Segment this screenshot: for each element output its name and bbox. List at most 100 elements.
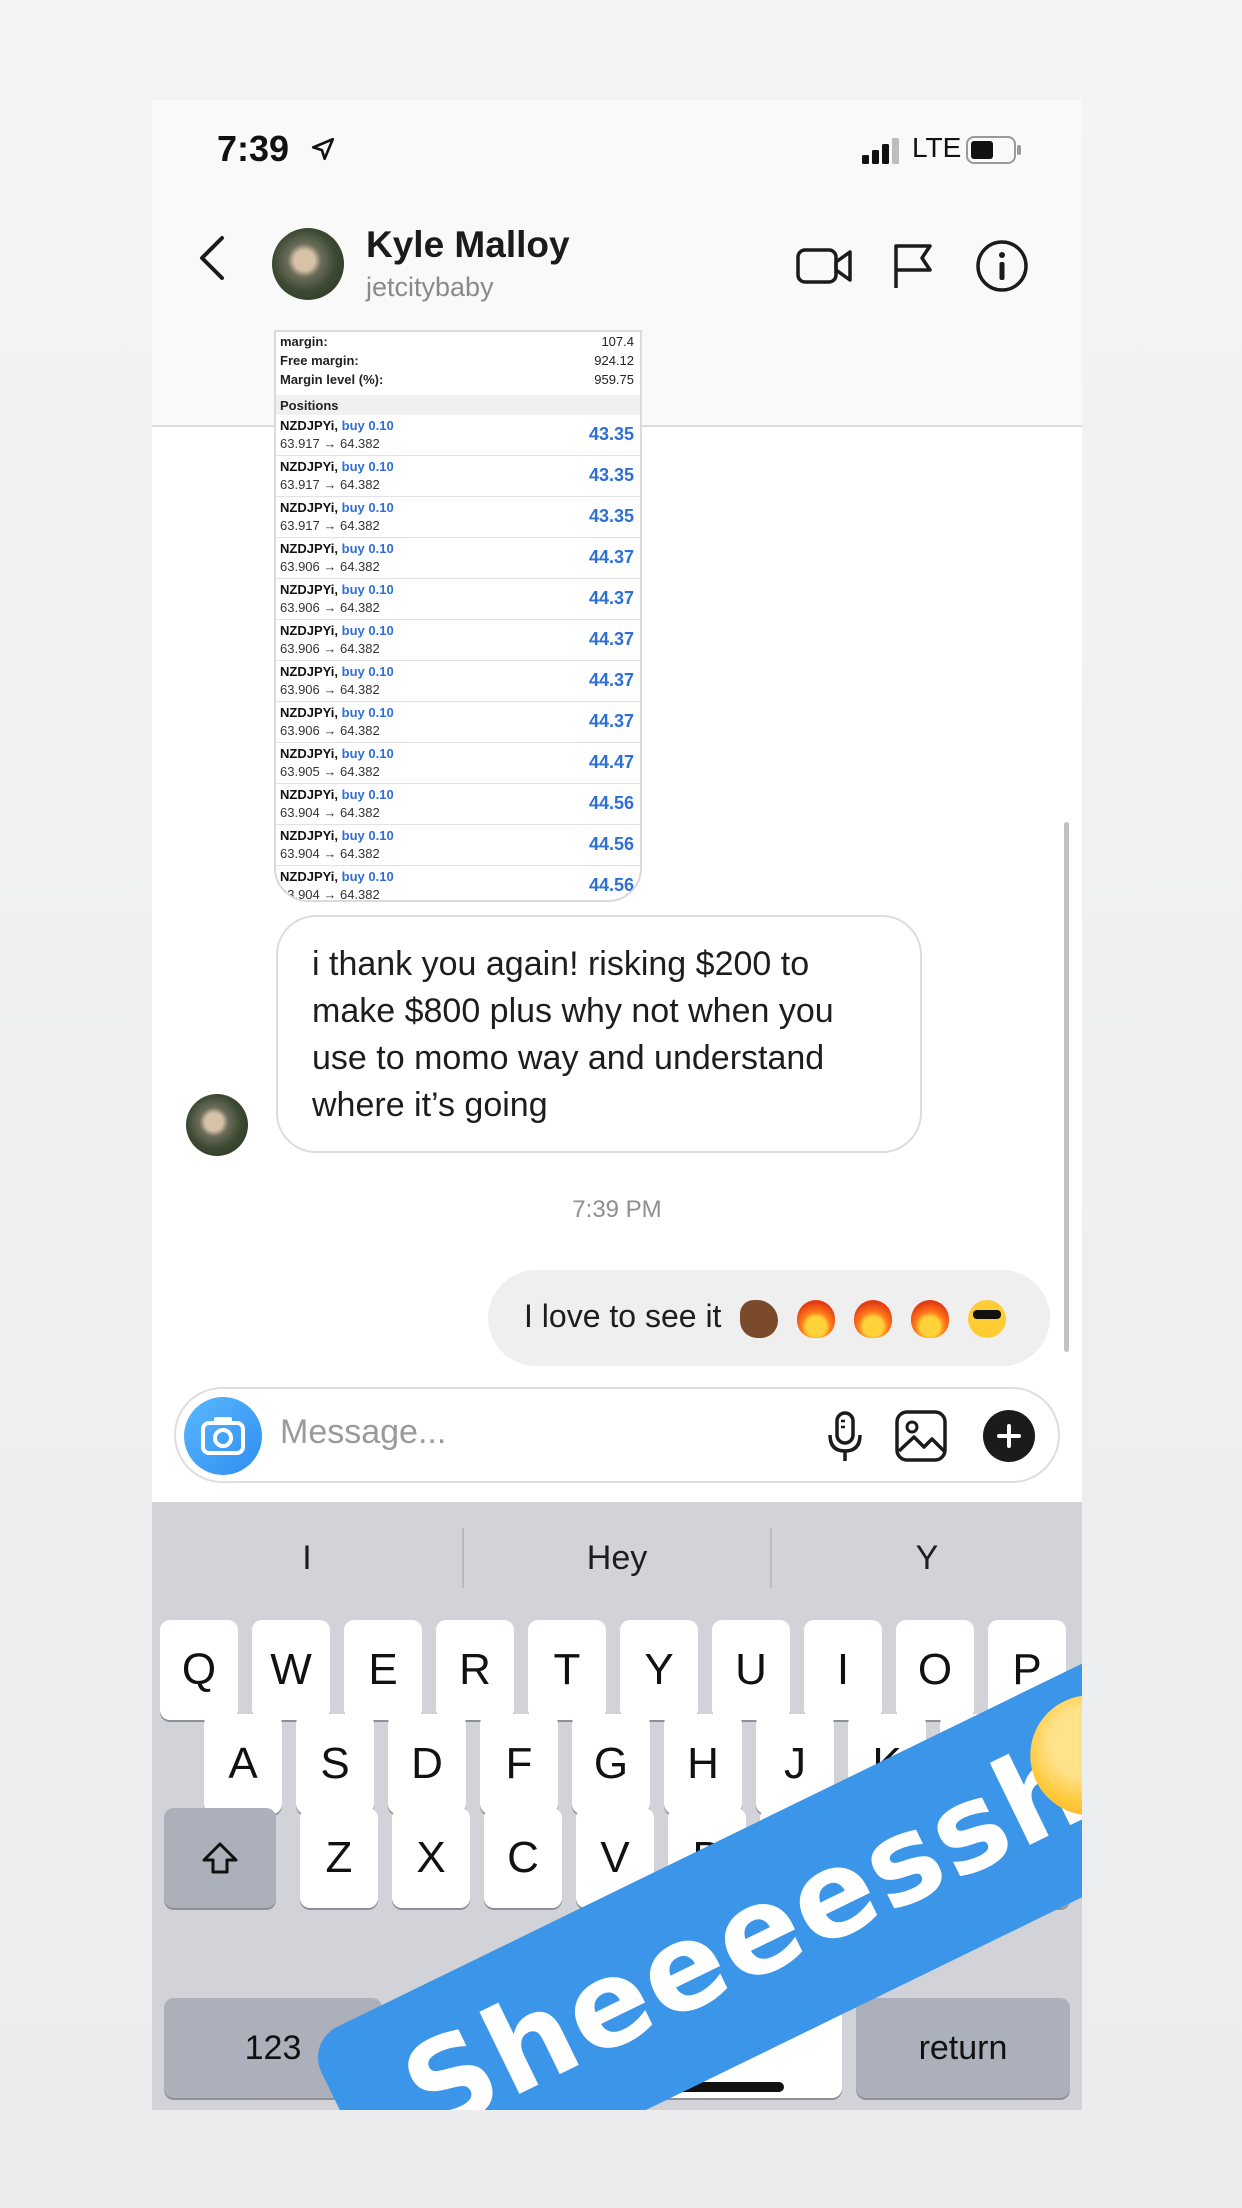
fire-emoji [854,1299,893,1338]
shift-key[interactable] [164,1808,276,1908]
position-prices: 63.917 → 64.382 [280,436,380,451]
back-chevron-icon[interactable] [194,230,230,286]
signal-icon [862,138,899,164]
position-row: NZDJPYi, buy 0.10 63.917 → 64.382 43.35 [276,456,640,497]
position-prices: 63.917 → 64.382 [280,518,380,533]
avatar[interactable] [186,1094,248,1156]
contact-name[interactable]: Kyle Malloy [366,224,570,266]
suggestion-2[interactable]: Hey [462,1502,772,1614]
position-profit: 44.56 [588,834,634,854]
location-arrow-icon [311,137,335,161]
position-symbol: NZDJPYi, buy 0.10 [280,418,394,433]
fire-emoji [911,1299,949,1338]
account-row: Free margin: 924.12 [280,353,634,368]
flexed-biceps-emoji [740,1299,779,1338]
key-t[interactable]: T [528,1620,606,1720]
position-symbol: NZDJPYi, buy 0.10 [280,459,394,474]
position-profit: 43.35 [588,424,634,444]
position-prices: 63.906 → 64.382 [280,723,380,738]
plus-icon[interactable] [980,1407,1038,1465]
gallery-icon[interactable] [892,1407,950,1465]
position-prices: 63.906 → 64.382 [280,682,380,697]
account-row: Margin level (%): 959.75 [280,372,634,387]
suggestion-1[interactable]: I [152,1502,462,1614]
contact-username[interactable]: jetcitybaby [366,272,494,303]
key-i[interactable]: I [804,1620,882,1720]
position-symbol: NZDJPYi, buy 0.10 [280,869,394,884]
position-profit: 43.35 [588,506,634,526]
avatar[interactable] [272,228,344,300]
outgoing-message-text: I love to see it [524,1298,722,1334]
position-row: NZDJPYi, buy 0.10 63.906 → 64.382 44.37 [276,702,640,743]
key-a[interactable]: A [204,1714,282,1814]
microphone-icon[interactable] [816,1407,874,1465]
position-row: NZDJPYi, buy 0.10 63.917 → 64.382 43.35 [276,497,640,538]
flag-icon[interactable] [884,238,944,294]
key-f[interactable]: F [480,1714,558,1814]
video-call-icon[interactable] [794,238,854,294]
key-u[interactable]: U [712,1620,790,1720]
position-symbol: NZDJPYi, buy 0.10 [280,787,394,802]
position-row: NZDJPYi, buy 0.10 63.906 → 64.382 44.37 [276,538,640,579]
message-input[interactable]: Message... [280,1413,446,1452]
position-prices: 63.906 → 64.382 [280,600,380,615]
position-symbol: NZDJPYi, buy 0.10 [280,828,394,843]
position-symbol: NZDJPYi, buy 0.10 [280,582,394,597]
status-bar: 7:39 LTE [152,100,1082,210]
position-profit: 44.37 [588,670,634,690]
key-w[interactable]: W [252,1620,330,1720]
message-timestamp: 7:39 PM [572,1196,662,1223]
position-profit: 44.37 [588,711,634,731]
position-symbol: NZDJPYi, buy 0.10 [280,623,394,638]
positions-list: NZDJPYi, buy 0.10 63.917 → 64.382 43.35 NZD… [276,415,640,902]
position-row: NZDJPYi, buy 0.10 63.904 → 64.382 44.56 [276,825,640,866]
position-profit: 44.56 [588,793,634,813]
key-r[interactable]: R [436,1620,514,1720]
key-c[interactable]: C [484,1808,562,1908]
key-y[interactable]: Y [620,1620,698,1720]
key-s[interactable]: S [296,1714,374,1814]
position-row: NZDJPYi, buy 0.10 63.904 → 64.382 44.56 [276,784,640,825]
position-symbol: NZDJPYi, buy 0.10 [280,500,394,515]
position-symbol: NZDJPYi, buy 0.10 [280,664,394,679]
outgoing-message-bubble[interactable]: I love to see it [488,1270,1050,1366]
position-row: NZDJPYi, buy 0.10 63.917 → 64.382 43.35 [276,415,640,456]
position-prices: 63.904 → 64.382 [280,887,380,902]
camera-button[interactable] [184,1397,262,1475]
message-composer[interactable]: Message... [174,1387,1060,1483]
key-h[interactable]: H [664,1714,742,1814]
return-key[interactable]: return [856,1998,1070,2098]
key-e[interactable]: E [344,1620,422,1720]
status-time: 7:39 [217,128,290,169]
position-row: NZDJPYi, buy 0.10 63.906 → 64.382 44.37 [276,620,640,661]
key-g[interactable]: G [572,1714,650,1814]
key-d[interactable]: D [388,1714,466,1814]
position-row: NZDJPYi, buy 0.10 63.906 → 64.382 44.37 [276,579,640,620]
key-z[interactable]: Z [300,1808,378,1908]
position-profit: 43.35 [588,465,634,485]
position-prices: 63.906 → 64.382 [280,559,380,574]
position-row: NZDJPYi, buy 0.10 63.904 → 64.382 44.56 [276,866,640,902]
scrollbar[interactable] [1064,822,1069,1352]
shared-trading-screenshot[interactable]: margin: 107.4 Free margin: 924.12 Margin… [274,330,642,902]
network-type: LTE [912,132,962,163]
account-row: margin: 107.4 [280,334,634,349]
key-q[interactable]: Q [160,1620,238,1720]
position-profit: 44.56 [588,875,634,895]
incoming-message-bubble[interactable]: i thank you again! risking $200 to make … [276,915,922,1153]
position-prices: 63.917 → 64.382 [280,477,380,492]
suggestion-3[interactable]: Y [772,1502,1082,1614]
position-profit: 44.47 [588,752,634,772]
info-icon[interactable] [972,238,1032,294]
key-x[interactable]: X [392,1808,470,1908]
position-profit: 44.37 [588,547,634,567]
position-prices: 63.906 → 64.382 [280,641,380,656]
position-symbol: NZDJPYi, buy 0.10 [280,746,394,761]
position-prices: 63.905 → 64.382 [280,764,380,779]
position-row: NZDJPYi, buy 0.10 63.905 → 64.382 44.47 [276,743,640,784]
position-prices: 63.904 → 64.382 [280,805,380,820]
position-profit: 44.37 [588,629,634,649]
position-prices: 63.904 → 64.382 [280,846,380,861]
sunglasses-emoji [967,1299,1006,1338]
key-o[interactable]: O [896,1620,974,1720]
